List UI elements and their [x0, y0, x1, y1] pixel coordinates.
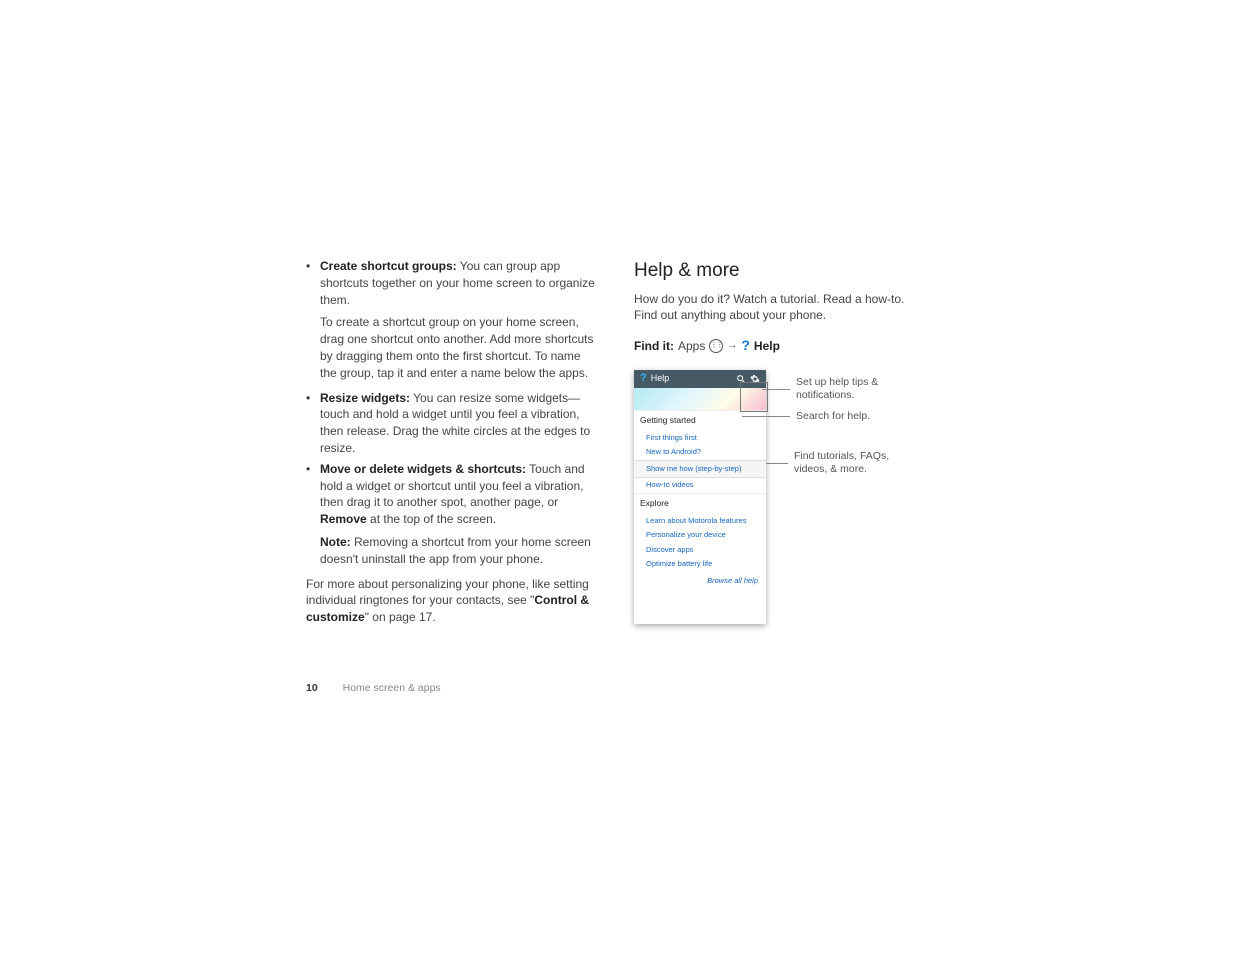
section-explore: Explore [634, 493, 766, 514]
help-link[interactable]: First things first [634, 431, 766, 446]
help-link[interactable]: Optimize battery life [634, 557, 766, 572]
callout-text: Find tutorials, FAQs, videos, & more. [794, 450, 889, 477]
help-link[interactable]: New to Android? [634, 445, 766, 460]
phone-screenshot-wrap: ? Help Getting started First things firs… [634, 370, 916, 624]
find-it-path: Find it: Apps → ? Help [634, 336, 916, 356]
phone-banner-image [634, 388, 766, 410]
label: Create shortcut groups: [320, 259, 457, 273]
browse-all-link[interactable]: Browse all help [634, 572, 766, 591]
help-link[interactable]: Learn about Motorola features [634, 514, 766, 529]
bullet-create-groups: Create shortcut groups: You can group ap… [306, 258, 598, 308]
callout-tutorials: Find tutorials, FAQs, videos, & more. [766, 450, 889, 477]
intro-text: How do you do it? Watch a tutorial. Read… [634, 291, 916, 325]
bullet-create-groups-detail: To create a shortcut group on your home … [306, 314, 598, 381]
help-word: Help [754, 338, 780, 355]
callout-settings: Set up help tips & notifications. [762, 376, 916, 403]
callout-text: Search for help. [796, 410, 870, 424]
gear-icon[interactable] [750, 374, 760, 384]
remove-word: Remove [320, 512, 367, 526]
bullet-resize-widgets: Resize widgets: You can resize some widg… [306, 390, 598, 457]
callout-search: Search for help. [742, 410, 870, 424]
right-column: Help & more How do you do it? Watch a tu… [634, 258, 916, 626]
bullet-move-delete-note: Note: Removing a shortcut from your home… [306, 534, 598, 568]
bullet-move-delete: Move or delete widgets & shortcuts: Touc… [306, 461, 598, 528]
help-link[interactable]: How-to videos [634, 478, 766, 493]
more-info-paragraph: For more about personalizing your phone,… [306, 576, 598, 626]
label: Move or delete widgets & shortcuts: [320, 462, 526, 476]
note-text: Removing a shortcut from your home scree… [320, 535, 591, 566]
left-column: Create shortcut groups: You can group ap… [306, 258, 598, 626]
section-heading: Help & more [634, 258, 916, 285]
find-it-label: Find it: [634, 338, 674, 355]
apps-icon [709, 339, 723, 353]
help-link[interactable]: Personalize your device [634, 528, 766, 543]
text-b: " on page 17. [365, 610, 436, 624]
note-label: Note: [320, 535, 351, 549]
help-link[interactable]: Discover apps [634, 543, 766, 558]
app-title: Help [651, 372, 732, 385]
callout-text: Set up help tips & notifications. [796, 376, 916, 403]
page-footer: 10 Home screen & apps [306, 682, 441, 694]
apps-word: Apps [678, 338, 705, 355]
arrow-icon: → [727, 339, 737, 353]
label: Resize widgets: [320, 391, 410, 405]
phone-app-bar: ? Help [634, 370, 766, 388]
text-b: at the top of the screen. [367, 512, 496, 526]
phone-screenshot: ? Help Getting started First things firs… [634, 370, 766, 624]
help-icon: ? [640, 371, 647, 386]
help-icon: ? [741, 336, 750, 356]
help-link-highlighted[interactable]: Show me how (step-by-step) [634, 460, 766, 479]
footer-section-title: Home screen & apps [343, 682, 441, 694]
search-icon[interactable] [736, 374, 746, 384]
page-number: 10 [306, 682, 318, 694]
